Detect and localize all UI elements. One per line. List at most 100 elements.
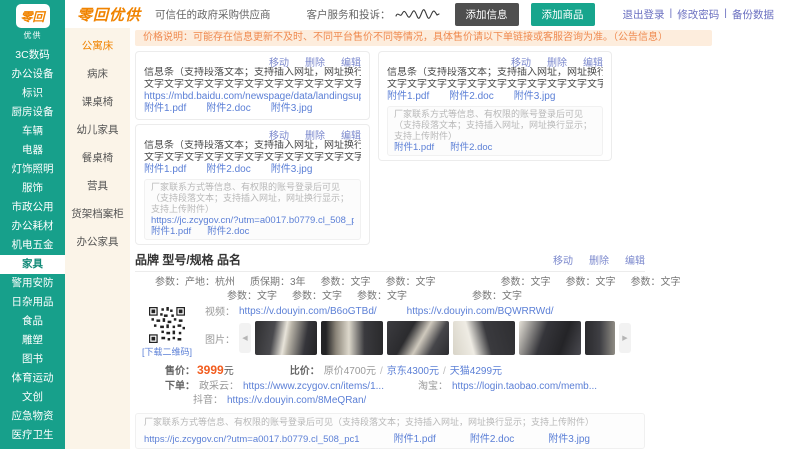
download-qr-link[interactable]: [下载二维码] bbox=[135, 345, 199, 358]
attachment-doc-link[interactable]: 附件2.doc bbox=[206, 164, 250, 176]
attachment-pdf-link[interactable]: 附件1.pdf bbox=[394, 142, 434, 153]
header-bar: 零回优供 可信任的政府采购供应商 客户服务和投诉： 添加信息 添加商品 退出登录… bbox=[65, 0, 800, 28]
attachment-jpg-link[interactable]: 附件3.jpg bbox=[514, 91, 556, 103]
backup-data-link[interactable]: 备份数据 bbox=[732, 7, 774, 22]
logo-mark: 零回 bbox=[15, 4, 50, 28]
separator: / bbox=[442, 366, 446, 377]
sidebar-item-signage[interactable]: 标识 bbox=[0, 84, 65, 103]
attachment-doc-link[interactable]: 附件2.doc bbox=[449, 91, 493, 103]
douyin-label: 抖音： bbox=[193, 395, 223, 406]
restricted-note: 厂家联系方式等信息、有权限的账号登录后可见（支持段落文本；支持插入网址，网址换行… bbox=[151, 182, 350, 214]
product-photo[interactable] bbox=[321, 321, 383, 355]
attachment-pdf-link[interactable]: 附件1.pdf bbox=[387, 91, 429, 103]
sidebar-item-office-equipment[interactable]: 办公设备 bbox=[0, 65, 65, 84]
product-photo[interactable] bbox=[585, 321, 615, 355]
add-product-button[interactable]: 添加商品 bbox=[530, 2, 595, 26]
baidu-link[interactable]: https://mbd.baidu.com/newspage/data/land… bbox=[144, 91, 361, 103]
attachment-jpg-link[interactable]: 附件3.jpg bbox=[271, 103, 313, 115]
submenu-item-apartment-bed-selected[interactable]: 公寓床 bbox=[65, 32, 130, 60]
attachment-pdf-link[interactable]: 附件1.pdf bbox=[151, 226, 191, 237]
product-photo[interactable] bbox=[453, 321, 515, 355]
douyin-link[interactable]: https://v.douyin.com/8MeQRan/ bbox=[227, 395, 366, 407]
sidebar-item-hardware[interactable]: 机电五金 bbox=[0, 236, 65, 255]
logo-mark-text: 零回 bbox=[20, 9, 45, 24]
jd-price-link[interactable]: 京东4300元 bbox=[387, 365, 439, 378]
attachment-jpg-link[interactable]: 附件3.jpg bbox=[548, 430, 590, 445]
submenu-item-office-furniture[interactable]: 办公家具 bbox=[65, 228, 130, 256]
video-link-2[interactable]: https://v.douyin.com/BQWRRWd/ bbox=[407, 306, 554, 318]
edit-link[interactable]: 编辑 bbox=[625, 252, 645, 267]
product-photo[interactable] bbox=[387, 321, 449, 355]
submenu-item-dining-sets[interactable]: 餐桌椅 bbox=[65, 144, 130, 172]
info-cards-column-2: 移动 删除 编辑 信息条（支持段落文本；支持插入网址，网址换行显示；支持上传附件… bbox=[378, 51, 612, 161]
restricted-info-box: 厂家联系方式等信息、有权限的账号登录后可见（支持段落文本；支持插入网址，网址换行… bbox=[135, 413, 645, 449]
sidebar-item-office-supplies[interactable]: 办公耗材 bbox=[0, 217, 65, 236]
attachment-pdf-link[interactable]: 附件1.pdf bbox=[144, 164, 186, 176]
info-strip-body: 文字文字文字文字文字文字文字文字文字文字文字文字文字文字文字文字文字文字文字文字 bbox=[387, 79, 603, 90]
add-info-button[interactable]: 添加信息 bbox=[454, 2, 519, 26]
qr-code-image bbox=[149, 307, 185, 343]
sidebar-item-emergency[interactable]: 应急物资 bbox=[0, 407, 65, 426]
site-logo[interactable]: 零回 优供 bbox=[0, 0, 65, 41]
attachment-jpg-link[interactable]: 附件3.jpg bbox=[271, 164, 313, 176]
compare-label: 比价： bbox=[289, 366, 320, 377]
attachment-pdf-link[interactable]: 附件1.pdf bbox=[394, 430, 436, 445]
scroll-left-arrow-icon[interactable]: ◀ bbox=[239, 323, 251, 353]
original-price: 原价4700元 bbox=[323, 366, 376, 377]
sidebar-item-sports[interactable]: 体育运动 bbox=[0, 369, 65, 388]
submenu-item-camp-gear[interactable]: 营具 bbox=[65, 172, 130, 200]
scroll-right-arrow-icon[interactable]: ▶ bbox=[619, 323, 631, 353]
param: 参数：文字 bbox=[500, 277, 551, 288]
sidebar-item-appliances[interactable]: 电器 bbox=[0, 141, 65, 160]
sidebar-item-lighting[interactable]: 灯饰照明 bbox=[0, 160, 65, 179]
param: 参数：文字 bbox=[472, 291, 522, 302]
attachment-doc-link[interactable]: 附件2.doc bbox=[450, 142, 492, 153]
sidebar-item-apparel[interactable]: 服饰 bbox=[0, 179, 65, 198]
divider: | bbox=[724, 6, 727, 19]
delete-link[interactable]: 删除 bbox=[589, 252, 609, 267]
product-photo[interactable] bbox=[255, 321, 317, 355]
tmall-price-link[interactable]: 天猫4299元 bbox=[450, 365, 502, 378]
sidebar-item-sundries[interactable]: 日杂用品 bbox=[0, 293, 65, 312]
info-strip-title: 信息条（支持段落文本；支持插入网址，网址换行显示；支持上传附件） bbox=[387, 67, 603, 78]
attachment-doc-link[interactable]: 附件2.doc bbox=[470, 430, 514, 445]
param: 参数：文字 bbox=[385, 277, 436, 288]
video-link-1[interactable]: https://v.douyin.com/B6oGTBd/ bbox=[239, 306, 377, 318]
sidebar-item-3c[interactable]: 3C数码 bbox=[0, 46, 65, 65]
sidebar-item-municipal[interactable]: 市政公用 bbox=[0, 198, 65, 217]
attachment-doc-link[interactable]: 附件2.doc bbox=[206, 103, 250, 115]
sidebar-item-vehicles[interactable]: 车辆 bbox=[0, 122, 65, 141]
param: 参数：文字 bbox=[292, 291, 342, 302]
sidebar-item-kitchen[interactable]: 厨房设备 bbox=[0, 103, 65, 122]
douyin-row: 抖音： https://v.douyin.com/8MeQRan/ bbox=[193, 395, 645, 407]
move-link[interactable]: 移动 bbox=[553, 252, 573, 267]
change-password-link[interactable]: 修改密码 bbox=[677, 7, 719, 22]
submenu-item-desks-chairs[interactable]: 课桌椅 bbox=[65, 88, 130, 116]
submenu-item-shelving-cabinets[interactable]: 货架档案柜 bbox=[65, 200, 130, 228]
submenu-item-children-furniture[interactable]: 幼儿家具 bbox=[65, 116, 130, 144]
param-origin: 参数：产地：杭州 bbox=[155, 277, 235, 288]
restricted-info-box: 厂家联系方式等信息、有权限的账号登录后可见（支持段落文本；支持插入网址，网址换行… bbox=[144, 179, 361, 240]
sidebar-item-cultural[interactable]: 文创 bbox=[0, 388, 65, 407]
price-notice-banner: 价格说明：可能存在信息更新不及时、不同平台售价不同等情况，具体售价请以下单链接或… bbox=[135, 30, 712, 46]
separator: / bbox=[379, 366, 383, 377]
sidebar-item-police-security[interactable]: 警用安防 bbox=[0, 274, 65, 293]
sidebar-item-food[interactable]: 食品 bbox=[0, 312, 65, 331]
price-row: 售价： 3999 元 比价： 原价4700元 / 京东4300元 / 天猫429… bbox=[165, 364, 645, 378]
sidebar-item-sculpture[interactable]: 雕塑 bbox=[0, 331, 65, 350]
taobao-order-link[interactable]: https://login.taobao.com/memb... bbox=[452, 381, 597, 393]
logout-link[interactable]: 退出登录 bbox=[623, 7, 665, 22]
attachment-pdf-link[interactable]: 附件1.pdf bbox=[144, 103, 186, 115]
sidebar-item-books[interactable]: 图书 bbox=[0, 350, 65, 369]
product-photo[interactable] bbox=[519, 321, 581, 355]
sidebar-item-medical[interactable]: 医疗卫生 bbox=[0, 426, 65, 445]
sidebar-item-furniture-selected[interactable]: 家具 bbox=[0, 255, 65, 274]
restricted-info-box: 厂家联系方式等信息、有权限的账号登录后可见（支持段落文本；支持插入网址，网址换行… bbox=[387, 106, 603, 156]
zcygov-link[interactable]: https://jc.zcygov.cn/?utm=a0017.b0779.cl… bbox=[144, 434, 360, 445]
attachment-doc-link[interactable]: 附件2.doc bbox=[207, 226, 249, 237]
page: 零回 优供 3C数码 办公设备 标识 厨房设备 车辆 电器 灯饰照明 服饰 市政… bbox=[0, 0, 800, 449]
submenu-item-hospital-bed[interactable]: 病床 bbox=[65, 60, 130, 88]
restricted-note: 厂家联系方式等信息、有权限的账号登录后可见（支持段落文本；支持插入网址，网址换行… bbox=[394, 109, 593, 141]
zcy-order-link[interactable]: https://www.zcygov.cn/items/1... bbox=[243, 381, 384, 393]
zcygov-link[interactable]: https://jc.zcygov.cn/?utm=a0017.b0779.cl… bbox=[151, 215, 354, 226]
